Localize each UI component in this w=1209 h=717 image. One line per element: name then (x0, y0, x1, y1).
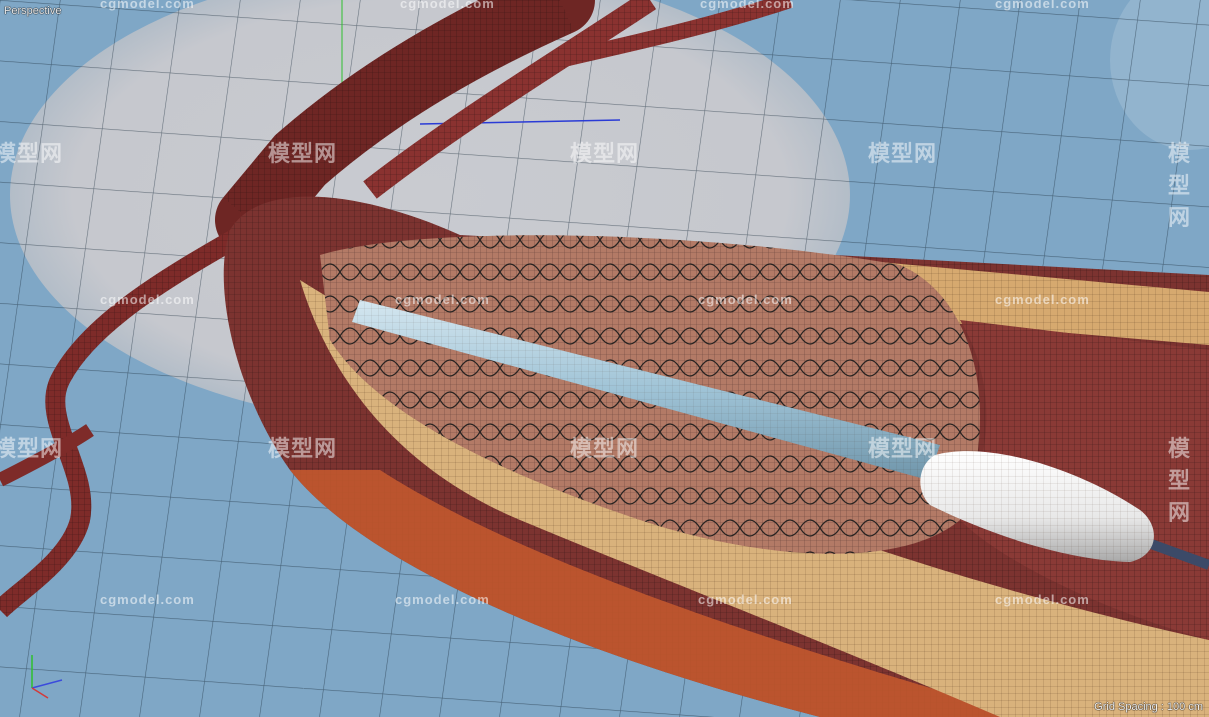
3d-viewport[interactable]: cgmodel.com cgmodel.com cgmodel.com cgmo… (0, 0, 1209, 717)
grid-spacing-label: Grid Spacing : 100 cm (1094, 701, 1203, 713)
viewport-view-label[interactable]: Perspective (4, 5, 61, 17)
viewport-scene[interactable] (0, 0, 1209, 717)
